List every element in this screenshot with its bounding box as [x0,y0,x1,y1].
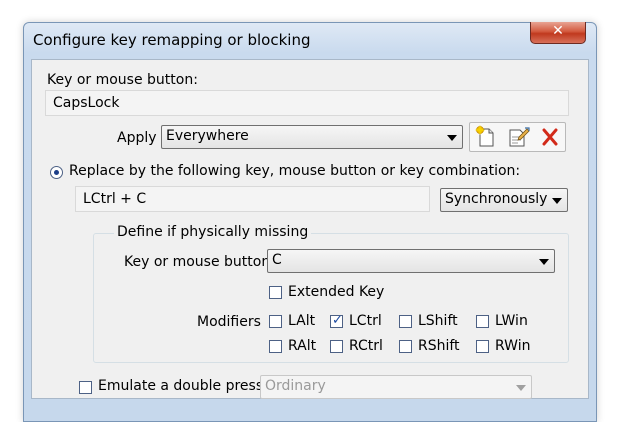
replacement-key-text: LCtrl + C [83,191,147,207]
key-value-field: CapsLock [45,90,569,116]
sync-mode-dropdown[interactable]: Synchronously [440,188,568,212]
extended-key-checkbox[interactable] [269,286,282,299]
emulate-double-press-checkbox[interactable] [79,381,92,394]
lshift-checkbox[interactable] [399,315,412,328]
emulate-double-press-label: Emulate a double press: [98,378,268,394]
rctrl-checkbox[interactable] [330,340,343,353]
define-if-missing-title: Define if physically missing [114,224,312,240]
key-value-text: CapsLock [53,95,120,111]
chevron-down-icon [552,198,562,204]
double-press-selected-value: Ordinary [265,378,326,394]
group-key-dropdown[interactable]: C [267,249,555,273]
rctrl-label: RCtrl [349,338,383,354]
rshift-label: RShift [418,338,460,354]
modifiers-label: Modifiers [197,314,261,330]
ralt-label: RAlt [288,338,317,354]
check-mark-icon: ✓ [332,313,343,328]
lshift-label: LShift [418,313,458,329]
replacement-key-field[interactable]: LCtrl + C [75,186,430,212]
apply-selected-value: Everywhere [166,128,249,144]
lalt-label: LAlt [288,313,316,329]
replace-option-label: Replace by the following key, mouse butt… [69,163,521,179]
lwin-checkbox[interactable] [476,315,489,328]
sync-mode-selected-value: Synchronously [445,191,548,207]
chevron-down-icon [539,259,549,265]
rwin-label: RWin [495,338,531,354]
lctrl-label: LCtrl [349,313,382,329]
chevron-down-icon [516,385,526,391]
edit-document-icon[interactable] [506,125,530,149]
rwin-checkbox[interactable] [476,340,489,353]
replace-radio[interactable] [50,166,63,179]
ralt-checkbox[interactable] [269,340,282,353]
double-press-dropdown[interactable]: Ordinary [260,375,532,399]
chevron-down-icon [447,135,457,141]
apply-dropdown[interactable]: Everywhere [161,125,463,149]
window-title: Configure key remapping or blocking [33,31,311,49]
group-key-label: Key or mouse button [124,254,271,270]
lwin-label: LWin [495,313,528,329]
new-document-icon[interactable] [474,125,498,149]
delete-icon[interactable] [538,125,562,149]
group-key-selected-value: C [272,252,282,268]
apply-label: Apply [117,130,157,146]
rshift-checkbox[interactable] [399,340,412,353]
extended-key-label: Extended Key [288,284,385,300]
lctrl-checkbox[interactable]: ✓ [330,313,343,328]
key-or-mouse-button-label: Key or mouse button: [47,72,198,88]
close-button[interactable] [530,22,586,44]
lalt-checkbox[interactable] [269,315,282,328]
